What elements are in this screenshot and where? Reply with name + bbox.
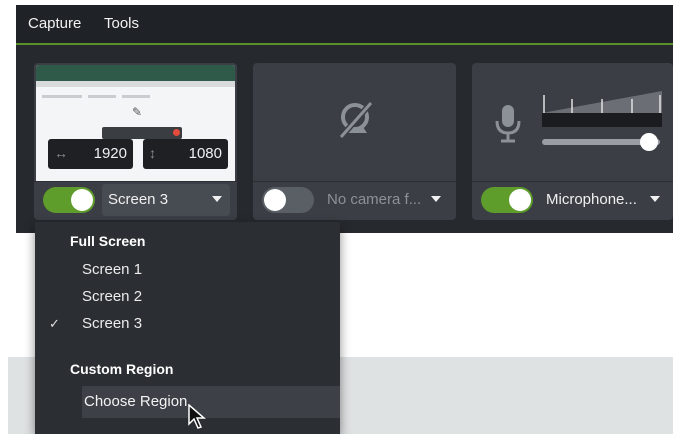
screen-select[interactable]: Screen 3	[102, 184, 230, 216]
menu-capture[interactable]: Capture	[28, 15, 81, 32]
audio-level-meter	[542, 91, 662, 127]
height-value: 1080	[188, 145, 222, 162]
screen-card: ✎ ↔ 1920 ↕ 1080 Screen 3	[34, 63, 237, 220]
menu-item-choose-region[interactable]: Choose Region	[82, 386, 340, 418]
camera-card: No camera f...	[253, 63, 456, 220]
menu-item-screen-3[interactable]: ✓ Screen 3	[35, 311, 340, 337]
width-arrow-icon: ↔	[54, 145, 68, 161]
audio-select-value: Microphone...	[546, 191, 637, 208]
menubar: Capture Tools	[16, 5, 673, 45]
menu-item-label: Screen 2	[82, 288, 143, 305]
toggle-knob	[264, 189, 286, 211]
thumbnail-line	[88, 95, 116, 98]
audio-toggle[interactable]	[481, 187, 533, 213]
thumbnail-line	[122, 95, 150, 98]
camera-select-value: No camera f...	[327, 191, 422, 208]
toggle-knob	[71, 189, 93, 211]
width-value: 1920	[93, 145, 127, 162]
height-field[interactable]: ↕ 1080	[143, 139, 228, 169]
thumbnail-toolbar	[36, 81, 235, 87]
menu-item-label: Screen 3	[82, 315, 143, 332]
camera-toggle[interactable]	[262, 187, 314, 213]
thumbnail-titlebar	[36, 65, 235, 81]
thumbnail-line	[42, 95, 82, 98]
screen-toggle[interactable]	[43, 187, 95, 213]
menu-item-screen-2[interactable]: Screen 2	[35, 284, 340, 310]
menu-tools[interactable]: Tools	[104, 15, 139, 32]
screen-card-footer: Screen 3	[34, 181, 237, 220]
camera-card-footer: No camera f...	[253, 181, 456, 220]
section-header-custom-region: Custom Region	[70, 361, 174, 377]
menu-item-label: Choose Region	[84, 393, 188, 410]
toggle-knob	[509, 189, 531, 211]
chevron-down-icon	[650, 196, 660, 202]
thumbnail-recorder-bar	[102, 127, 182, 139]
audio-select[interactable]: Microphone...	[540, 184, 668, 216]
height-arrow-icon: ↕	[149, 145, 156, 161]
audio-card-footer: Microphone...	[472, 181, 673, 220]
menu-item-label: Screen 1	[82, 261, 143, 278]
camera-off-icon	[338, 101, 374, 139]
menu-item-screen-1[interactable]: Screen 1	[35, 257, 340, 283]
audio-card: Microphone...	[472, 63, 673, 220]
section-header-full-screen: Full Screen	[70, 233, 146, 249]
camera-select[interactable]: No camera f...	[321, 184, 449, 216]
chevron-down-icon	[212, 196, 222, 202]
mouse-pointer-icon	[188, 404, 206, 429]
checkmark-icon: ✓	[49, 316, 60, 331]
edit-icon: ✎	[132, 105, 143, 119]
width-field[interactable]: ↔ 1920	[48, 139, 133, 169]
screen-select-value: Screen 3	[108, 191, 169, 208]
screen-dropdown-menu: Full Screen Screen 1 Screen 2 ✓ Screen 3…	[35, 222, 340, 434]
recorder-window: Capture Tools ✎ ↔ 1920 ↕ 1080 Screen 3 N…	[16, 5, 673, 233]
microphone-icon	[495, 105, 521, 143]
volume-slider-handle[interactable]	[640, 133, 658, 151]
chevron-down-icon	[431, 196, 441, 202]
record-dot-icon	[173, 129, 180, 136]
screen-preview-thumbnail: ✎ ↔ 1920 ↕ 1080	[36, 65, 235, 181]
